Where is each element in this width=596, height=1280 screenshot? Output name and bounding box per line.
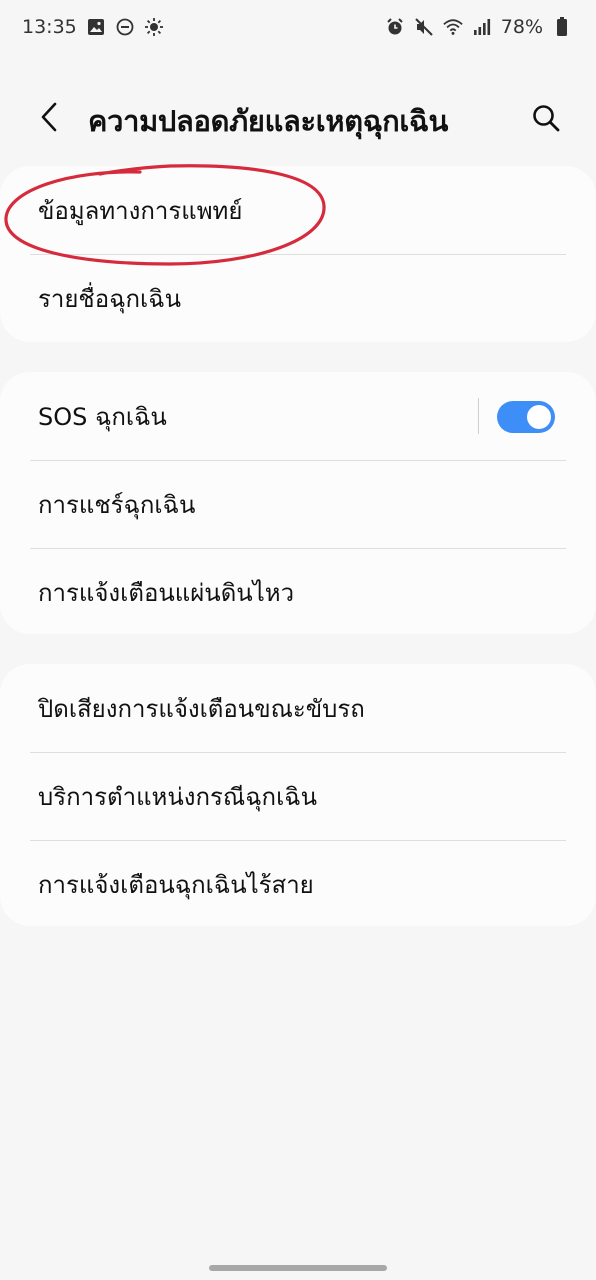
search-icon: [533, 105, 560, 132]
alarm-icon: [385, 17, 405, 37]
settings-group-2: SOS ฉุกเฉิน การแชร์ฉุกเฉิน การแจ้งเตือนแ…: [0, 372, 596, 634]
status-time: 13:35: [22, 16, 77, 38]
list-item-emergency-contacts[interactable]: รายชื่อฉุกเฉิน: [0, 254, 596, 342]
item-label: SOS ฉุกเฉิน: [38, 402, 167, 431]
settings-group-3: ปิดเสียงการแจ้งเตือนขณะขับรถ บริการตำแหน…: [0, 664, 596, 926]
search-button[interactable]: [528, 100, 564, 136]
chevron-left-icon: [41, 102, 57, 132]
item-label: การแชร์ฉุกเฉิน: [38, 490, 196, 519]
item-label: บริการตำแหน่งกรณีฉุกเฉิน: [38, 782, 318, 811]
settings-group-1: ข้อมูลทางการแพทย์ รายชื่อฉุกเฉิน: [0, 166, 596, 342]
home-indicator[interactable]: [209, 1265, 387, 1271]
back-button[interactable]: [32, 100, 66, 134]
page-title: ความปลอดภัยและเหตุฉุกเฉิน: [88, 104, 449, 138]
dnd-icon: [115, 17, 135, 37]
list-item-earthquake-alerts[interactable]: การแจ้งเตือนแผ่นดินไหว: [0, 548, 596, 636]
app-header: ความปลอดภัยและเหตุฉุกเฉิน: [0, 84, 596, 150]
item-label: ปิดเสียงการแจ้งเตือนขณะขับรถ: [38, 694, 365, 723]
item-label: รายชื่อฉุกเฉิน: [38, 284, 181, 313]
gallery-icon: [86, 17, 106, 37]
item-label: การแจ้งเตือนแผ่นดินไหว: [38, 578, 295, 607]
sos-toggle[interactable]: [497, 401, 555, 433]
status-bar: 13:35 78%: [0, 0, 596, 54]
mute-icon: [414, 17, 434, 37]
toggle-divider: [478, 398, 479, 434]
list-item-driving-mute[interactable]: ปิดเสียงการแจ้งเตือนขณะขับรถ: [0, 664, 596, 752]
list-item-emergency-sos[interactable]: SOS ฉุกเฉิน: [0, 372, 596, 460]
status-bar-right: 78%: [385, 16, 572, 38]
list-item-emergency-location[interactable]: บริการตำแหน่งกรณีฉุกเฉิน: [0, 752, 596, 840]
status-bar-left: 13:35: [22, 16, 164, 38]
battery-icon: [552, 17, 572, 37]
wifi-icon: [443, 17, 463, 37]
toggle-knob: [527, 405, 551, 429]
item-label: การแจ้งเตือนฉุกเฉินไร้สาย: [38, 870, 314, 899]
battery-percent: 78%: [500, 16, 543, 38]
brightness-icon: [144, 17, 164, 37]
list-item-wireless-alerts[interactable]: การแจ้งเตือนฉุกเฉินไร้สาย: [0, 840, 596, 928]
item-label: ข้อมูลทางการแพทย์: [38, 196, 243, 225]
list-item-emergency-sharing[interactable]: การแชร์ฉุกเฉิน: [0, 460, 596, 548]
list-item-medical-info[interactable]: ข้อมูลทางการแพทย์: [0, 166, 596, 254]
signal-icon: [472, 17, 492, 37]
